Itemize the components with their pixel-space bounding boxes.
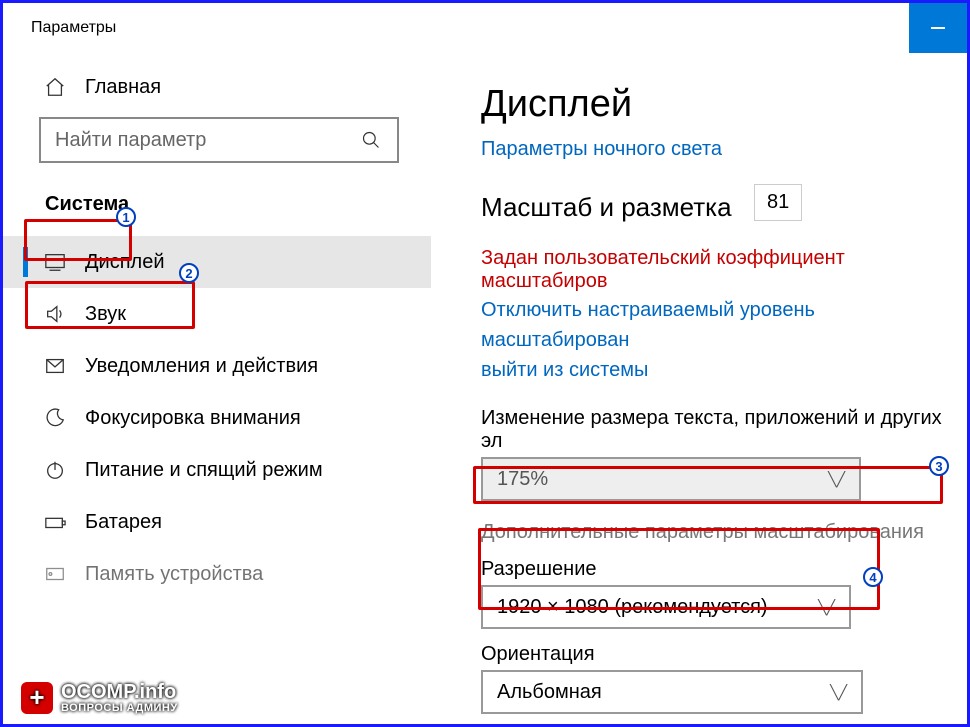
annotation-badge-3: 3 [929,456,949,476]
main-content: Дисплей Параметры ночного света Масштаб … [431,53,967,724]
scale-heading: Масштаб и разметка [481,192,732,223]
watermark-text: OCOMP.info [61,681,176,703]
watermark: + OCOMP.info ВОПРОСЫ АДМИНУ [21,681,178,714]
scaling-warning: Задан пользовательский коэффициент масшт… [481,247,967,293]
search-icon [359,128,383,152]
annotation-badge-4: 4 [863,567,883,587]
resolution-select[interactable]: 1920 × 1080 (рекомендуется) ╲╱ [481,585,851,629]
sidebar-item-label: Питание и спящий режим [85,459,323,482]
night-light-link[interactable]: Параметры ночного света [481,134,967,164]
sidebar-item-display[interactable]: Дисплей [3,236,431,288]
sidebar: Главная Найти параметр Система Дисплей [3,53,431,724]
speaker-icon [43,302,67,326]
orientation-select[interactable]: Альбомная ╲╱ [481,670,863,714]
sidebar-home-label: Главная [85,76,161,99]
sidebar-item-label: Дисплей [85,251,165,274]
annotation-badge-2: 2 [179,263,199,283]
scale-select-value: 175% [497,468,548,491]
window-title: Параметры [31,19,116,37]
advanced-scaling-link[interactable]: Дополнительные параметры масштабирования [481,521,967,544]
sidebar-item-notifications[interactable]: Уведомления и действия [3,340,431,392]
resize-label: Изменение размера текста, приложений и д… [481,407,967,453]
notification-icon [43,354,67,378]
page-title: Дисплей [481,83,967,126]
custom-scale-value[interactable]: 81 [754,184,802,221]
sidebar-item-focus[interactable]: Фокусировка внимания [3,392,431,444]
resolution-select-value: 1920 × 1080 (рекомендуется) [497,596,768,619]
battery-icon [43,510,67,534]
minimize-button[interactable] [909,3,967,53]
resolution-label: Разрешение [481,558,967,581]
sidebar-item-power[interactable]: Питание и спящий режим [3,444,431,496]
chevron-down-icon: ╲╱ [818,599,835,616]
sidebar-item-label: Фокусировка внимания [85,407,301,430]
sidebar-item-label: Уведомления и действия [85,355,318,378]
sidebar-item-battery[interactable]: Батарея [3,496,431,548]
monitor-icon [43,250,67,274]
scale-select[interactable]: 175% ╲╱ [481,457,861,501]
sidebar-item-sound[interactable]: Звук [3,288,431,340]
plus-icon: + [21,682,53,714]
sidebar-item-label: Память устройства [85,563,263,586]
titlebar: Параметры [3,3,967,53]
orientation-label: Ориентация [481,643,967,666]
orientation-select-value: Альбомная [497,681,602,704]
chevron-down-icon: ╲╱ [828,471,845,488]
chevron-down-icon: ╲╱ [830,684,847,701]
turn-off-scaling-link[interactable]: Отключить настраиваемый уровень масштаби… [481,295,967,385]
storage-icon [43,562,67,586]
sidebar-item-label: Батарея [85,511,162,534]
sidebar-home[interactable]: Главная [3,63,431,117]
sidebar-item-storage[interactable]: Память устройства [3,548,431,600]
watermark-sub: ВОПРОСЫ АДМИНУ [61,702,178,714]
home-icon [43,75,67,99]
annotation-badge-1: 1 [116,207,136,227]
power-icon [43,458,67,482]
search-placeholder: Найти параметр [55,129,206,152]
moon-icon [43,406,67,430]
settings-window: Параметры Главная Найти параметр Система [0,0,970,727]
sidebar-item-label: Звук [85,303,126,326]
search-input[interactable]: Найти параметр [39,117,399,163]
